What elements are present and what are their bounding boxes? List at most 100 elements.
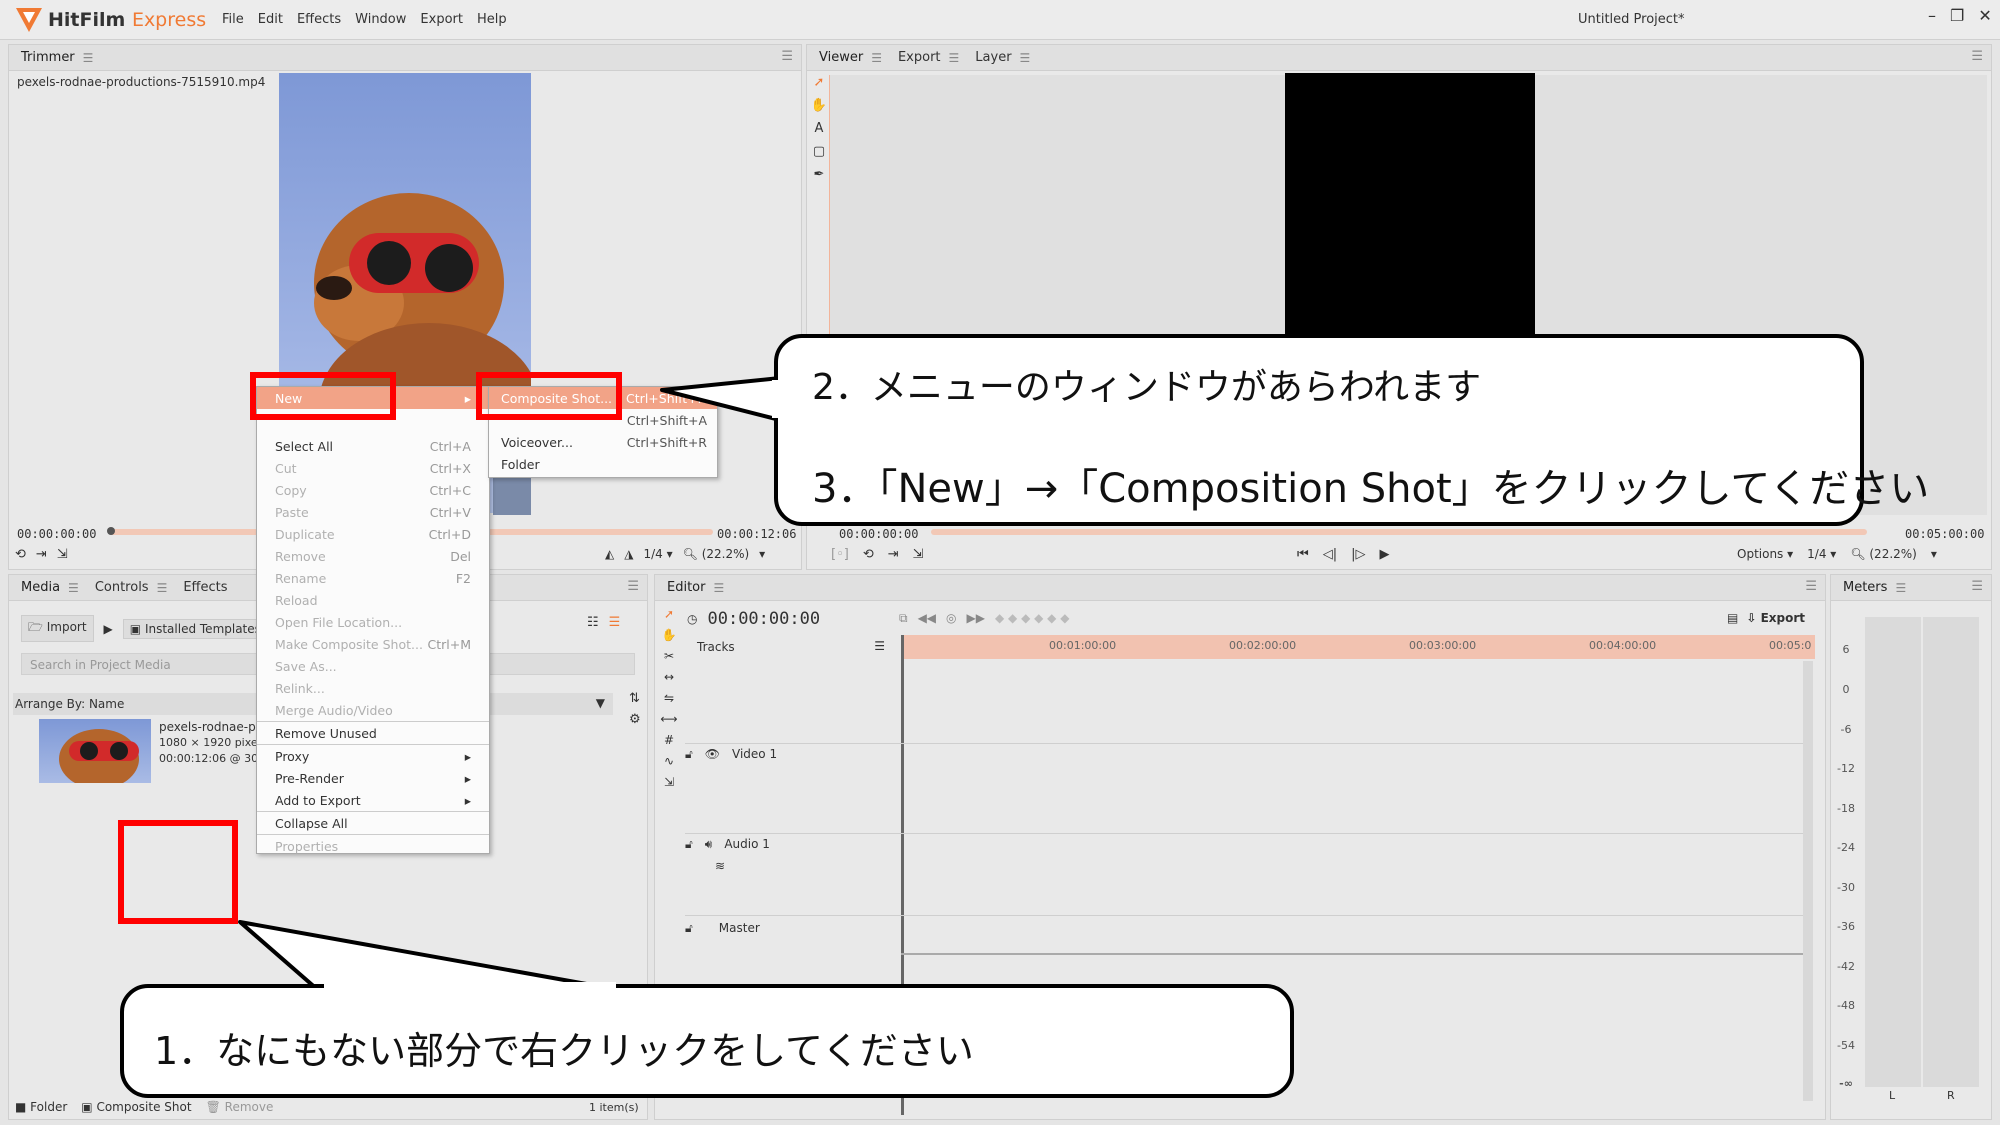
menu-export[interactable]: Export bbox=[420, 12, 463, 27]
trimmer-dropdown-icon[interactable]: ▾ bbox=[759, 547, 765, 561]
lock-icon[interactable]: 🔓︎ bbox=[685, 921, 693, 936]
snap-tool-icon[interactable]: # bbox=[664, 733, 674, 747]
lock-icon[interactable]: 🔓︎ bbox=[685, 837, 693, 852]
timeline-ruler[interactable]: 00:01:00:00 00:02:00:00 00:03:00:00 00:0… bbox=[901, 635, 1815, 659]
import-dropdown-icon[interactable]: ▶ bbox=[104, 622, 113, 636]
submenu-item[interactable]: Folder bbox=[489, 453, 717, 475]
tab-viewer[interactable]: Viewer ☰ bbox=[819, 50, 882, 65]
zoom-select[interactable]: 🔍︎ (22.2%) bbox=[683, 547, 750, 561]
editor-timecode[interactable]: 00:00:00:00 bbox=[707, 609, 820, 629]
submenu-item[interactable]: Voiceover... Ctrl+Shift+R bbox=[489, 431, 717, 453]
import-button[interactable]: 🗁 Import bbox=[21, 615, 94, 642]
mark-in-icon[interactable]: ◭ bbox=[605, 547, 614, 561]
hamburger-icon[interactable]: ☰ bbox=[68, 581, 79, 595]
loop-icon[interactable]: ⟲ bbox=[15, 547, 26, 562]
text-tool-icon[interactable]: A bbox=[815, 121, 824, 136]
resolution-select[interactable]: 1/4 ▾ bbox=[1807, 547, 1836, 561]
select-tool-icon[interactable]: ➚ bbox=[814, 75, 825, 90]
track-audio-1[interactable]: 🔓︎ 🔊︎ Audio 1 bbox=[685, 837, 770, 852]
hamburger-icon[interactable]: ☰ bbox=[949, 51, 960, 65]
pen-tool-icon[interactable]: ✒ bbox=[814, 167, 825, 182]
track-master[interactable]: 🔓︎ Master bbox=[685, 921, 760, 936]
lock-icon[interactable]: 🔓︎ bbox=[685, 747, 693, 762]
arrange-dropdown-icon[interactable]: ▼ bbox=[596, 696, 605, 710]
tab-media[interactable]: Media ☰ bbox=[21, 580, 79, 595]
rewind-icon[interactable]: ◀◀ bbox=[918, 611, 936, 626]
safe-area-icon[interactable]: [◦] bbox=[831, 547, 849, 562]
remove-button[interactable]: 🗑︎ Remove bbox=[206, 1100, 274, 1114]
stop-icon[interactable]: ◎ bbox=[946, 611, 956, 626]
hand-tool-icon[interactable]: ✋ bbox=[811, 98, 827, 113]
tab-effects[interactable]: Effects bbox=[183, 580, 227, 595]
insert-icon[interactable]: ⇥ bbox=[36, 547, 47, 562]
menu-window[interactable]: Window bbox=[355, 12, 406, 27]
context-menu-item[interactable]: Proxy ▸ bbox=[257, 745, 489, 767]
hamburger-icon[interactable]: ☰ bbox=[713, 581, 724, 595]
waveform-icon[interactable]: ≋ bbox=[715, 859, 725, 873]
ripple-tool-icon[interactable]: ⟷ bbox=[660, 712, 677, 726]
render-icon[interactable]: ▤ bbox=[1727, 611, 1738, 625]
panel-menu-icon[interactable]: ☰ bbox=[627, 579, 639, 594]
editor-vscrollbar[interactable] bbox=[1803, 661, 1813, 1101]
tab-export[interactable]: Export ☰ bbox=[898, 50, 959, 65]
select-tool-icon[interactable]: ➚ bbox=[664, 607, 674, 621]
overlay-icon[interactable]: ⇲ bbox=[57, 547, 68, 562]
detail-view-icon[interactable]: ☰ bbox=[609, 615, 621, 630]
installed-templates-button[interactable]: ▣ Installed Templates bbox=[122, 618, 268, 639]
minimize-icon[interactable]: – bbox=[1928, 6, 1936, 25]
close-icon[interactable]: ✕ bbox=[1978, 6, 1991, 25]
forward-icon[interactable]: ▶▶ bbox=[967, 611, 985, 626]
context-menu-item[interactable]: Add to Export ▸ bbox=[257, 789, 489, 811]
hamburger-icon[interactable]: ☰ bbox=[157, 581, 168, 595]
insert-icon[interactable]: ⇥ bbox=[888, 547, 899, 562]
list-view-icon[interactable]: ☷ bbox=[587, 615, 599, 630]
step-back-icon[interactable]: ◁| bbox=[1323, 547, 1337, 562]
settings-gear-icon[interactable]: ⚙ bbox=[629, 712, 641, 727]
play-icon[interactable]: ▶ bbox=[1379, 547, 1389, 562]
zoom-select[interactable]: 🔍︎ (22.2%) bbox=[1850, 547, 1917, 561]
hand-tool-icon[interactable]: ✋ bbox=[662, 628, 677, 642]
eye-icon[interactable]: 👁︎ bbox=[705, 747, 720, 762]
track-video-1[interactable]: 🔓︎ 👁︎ Video 1 bbox=[685, 747, 777, 762]
options-button[interactable]: Options ▾ bbox=[1737, 547, 1793, 561]
export-button[interactable]: ⇩ Export bbox=[1746, 611, 1805, 625]
overlay-icon[interactable]: ⇲ bbox=[913, 547, 924, 562]
track-select-icon[interactable]: ⇲ bbox=[664, 775, 674, 789]
menu-help[interactable]: Help bbox=[477, 12, 507, 27]
context-menu-item[interactable]: Pre-Render ▸ bbox=[257, 767, 489, 789]
razor-tool-icon[interactable]: ✂ bbox=[664, 649, 674, 663]
rectangle-tool-icon[interactable]: ▢ bbox=[813, 144, 825, 159]
loop-icon[interactable]: ⟲ bbox=[863, 547, 874, 562]
scrub-handle[interactable] bbox=[107, 527, 115, 535]
tab-trimmer[interactable]: Trimmer ☰ bbox=[21, 50, 93, 65]
panel-menu-icon[interactable]: ☰ bbox=[1805, 579, 1817, 594]
hamburger-icon[interactable]: ☰ bbox=[83, 51, 94, 65]
tab-controls[interactable]: Controls ☰ bbox=[95, 580, 168, 595]
sort-icon[interactable]: ⇅ bbox=[629, 691, 641, 706]
tab-editor[interactable]: Editor ☰ bbox=[667, 580, 724, 595]
new-composite-button[interactable]: ▣ Composite Shot bbox=[81, 1100, 191, 1114]
hamburger-icon[interactable]: ☰ bbox=[1895, 581, 1906, 595]
resolution-select[interactable]: 1/4 ▾ bbox=[643, 547, 672, 561]
panel-menu-icon[interactable]: ☰ bbox=[1971, 49, 1983, 64]
viewer-dropdown-icon[interactable]: ▾ bbox=[1931, 547, 1937, 561]
context-menu-item[interactable]: Select All Ctrl+A bbox=[257, 435, 489, 457]
hamburger-icon[interactable]: ☰ bbox=[1020, 51, 1031, 65]
snapshot-icon[interactable]: ⧉ bbox=[899, 611, 908, 626]
slip-tool-icon[interactable]: ↔ bbox=[664, 670, 674, 684]
menu-edit[interactable]: Edit bbox=[258, 12, 283, 27]
tracks-menu-icon[interactable]: ☰ bbox=[874, 639, 885, 653]
menu-file[interactable]: File bbox=[222, 12, 244, 27]
new-folder-button[interactable]: ■ Folder bbox=[15, 1100, 67, 1114]
tab-layer[interactable]: Layer ☰ bbox=[975, 50, 1030, 65]
speaker-icon[interactable]: 🔊︎ bbox=[705, 837, 713, 852]
curve-tool-icon[interactable]: ∿ bbox=[664, 754, 674, 768]
step-forward-icon[interactable]: |▷ bbox=[1351, 547, 1365, 562]
hamburger-icon[interactable]: ☰ bbox=[871, 51, 882, 65]
media-thumbnail[interactable] bbox=[39, 719, 151, 783]
media-item-info[interactable]: pexels-rodnae-p 1080 × 1920 pixel 00:00:… bbox=[159, 719, 261, 767]
mark-out-icon[interactable]: ◮ bbox=[624, 547, 633, 561]
maximize-icon[interactable]: ❐ bbox=[1950, 6, 1964, 25]
panel-menu-icon[interactable]: ☰ bbox=[1971, 579, 1983, 594]
panel-menu-icon[interactable]: ☰ bbox=[781, 49, 793, 64]
